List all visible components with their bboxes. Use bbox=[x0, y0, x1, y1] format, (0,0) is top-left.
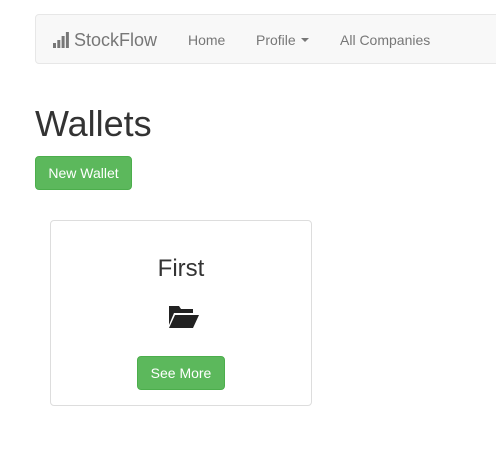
folder-open-icon bbox=[169, 306, 199, 328]
new-wallet-button[interactable]: New Wallet bbox=[35, 156, 132, 190]
new-wallet-button-label: New Wallet bbox=[48, 165, 119, 181]
page-title: Wallets bbox=[35, 103, 152, 144]
wallet-name: First bbox=[157, 255, 205, 282]
nav-item-all-companies[interactable]: All Companies bbox=[340, 15, 430, 65]
nav-item-label: Profile bbox=[256, 32, 296, 48]
wallet-card: First See More bbox=[50, 220, 312, 406]
brand-link[interactable]: StockFlow bbox=[53, 15, 157, 65]
see-more-button-label: See More bbox=[150, 365, 212, 381]
signal-bars-icon bbox=[53, 32, 69, 48]
nav-item-home[interactable]: Home bbox=[188, 15, 225, 65]
see-more-button[interactable]: See More bbox=[137, 356, 225, 390]
top-navbar: StockFlow Home Profile All Companies bbox=[35, 14, 496, 64]
brand-name: StockFlow bbox=[74, 29, 158, 50]
chevron-down-icon bbox=[300, 38, 309, 42]
nav-item-profile[interactable]: Profile bbox=[256, 15, 309, 65]
nav-item-label: Home bbox=[188, 32, 226, 48]
nav-item-label: All Companies bbox=[340, 32, 431, 48]
